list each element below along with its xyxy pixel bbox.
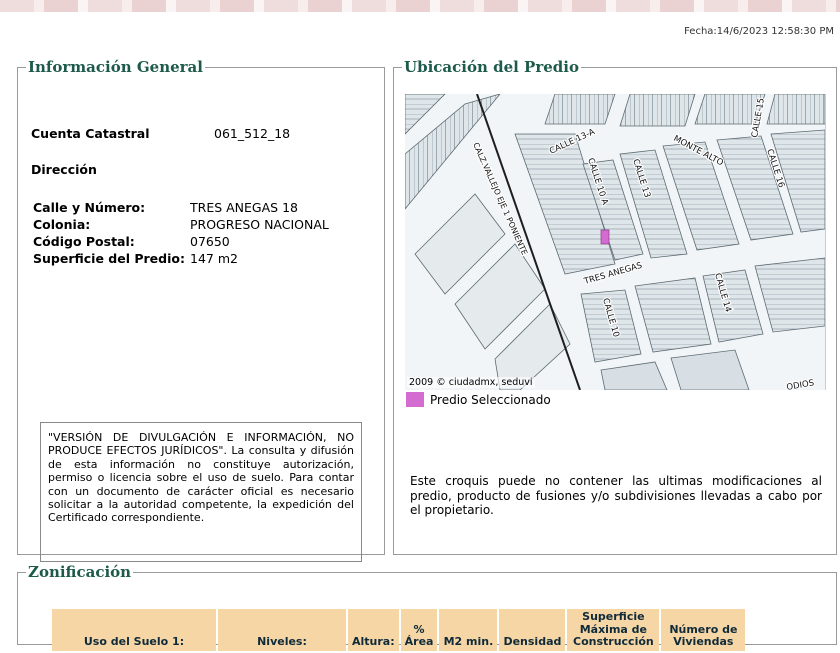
ubicacion-predio-title: Ubicación del Predio [404,58,579,76]
map-svg: CALLE 13-A CALLE 10 A CALLE 13 MONTE ALT… [405,94,825,390]
codigo-postal-label: Código Postal: [33,234,135,249]
codigo-postal-value: 07650 [190,234,230,249]
calle-numero-value: TRES ANEGAS 18 [190,200,298,215]
informacion-general-title: Información General [28,58,203,76]
fecha-timestamp: Fecha:14/6/2023 12:58:30 PM [684,26,834,37]
ubicacion-predio-panel: Ubicación del Predio CALLE 13-A CALLE 10… [393,58,837,555]
superficie-value: 147 m2 [190,251,238,266]
predio-legend-swatch [406,392,424,407]
map-copyright: 2009 © ciudadmx, seduvi [407,377,535,388]
cuenta-catastral-value: 061_512_18 [214,126,291,141]
superficie-label: Superficie del Predio: [33,251,185,266]
header-banner [0,0,840,12]
disclaimer-box: "VERSIÓN DE DIVULGACIÓN E INFORMACIÓN, N… [40,422,362,562]
calle-numero-label: Calle y Número: [33,200,146,215]
selected-predio[interactable] [600,229,610,245]
colonia-value: PROGRESO NACIONAL [190,217,329,232]
predio-legend-label: Predio Seleccionado [430,393,551,407]
croquis-note: Este croquis puede no contener las ultim… [410,474,822,517]
zonificacion-panel: Zonificación Uso del Suelo 1: Niveles: A… [17,563,837,651]
informacion-general-panel: Información General Cuenta Catastral 061… [17,58,385,562]
zonificacion-title: Zonificación [28,563,132,581]
direccion-label: Dirección [31,162,97,177]
location-map[interactable]: CALLE 13-A CALLE 10 A CALLE 13 MONTE ALT… [405,94,826,390]
colonia-label: Colonia: [33,217,91,232]
cuenta-catastral-label: Cuenta Catastral [31,126,150,141]
